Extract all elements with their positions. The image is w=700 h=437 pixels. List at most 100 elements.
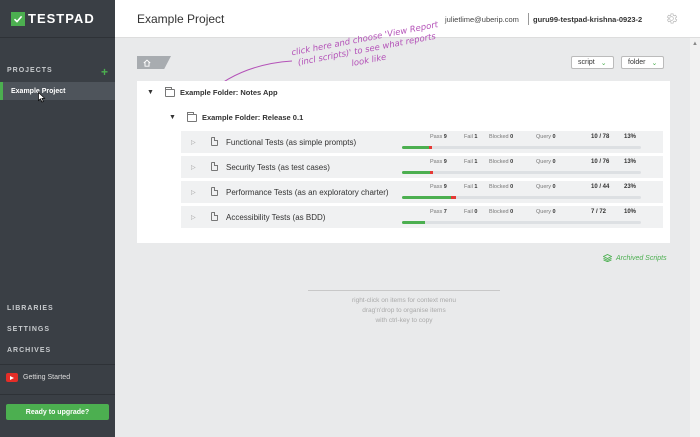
query-value: 0: [552, 184, 556, 190]
expand-triangle-icon[interactable]: ▼: [169, 114, 176, 121]
gear-icon[interactable]: [665, 12, 678, 25]
fail-label: Fail: [464, 134, 473, 140]
home-button[interactable]: [137, 56, 171, 69]
script-name[interactable]: Accessibility Tests (as BDD): [226, 213, 325, 222]
progress-bar: [402, 171, 641, 174]
hint-text: right-click on items for context menu dr…: [308, 296, 500, 326]
fail-value: 1: [474, 159, 478, 165]
sidebar-item-settings[interactable]: SETTINGS: [7, 326, 50, 333]
chevron-down-icon: ⌄: [600, 59, 607, 67]
pass-label: Pass: [430, 159, 443, 165]
user-email[interactable]: julietlime@uberip.com: [445, 15, 519, 24]
add-project-icon[interactable]: +: [101, 65, 108, 79]
account-name[interactable]: guru99-testpad-krishna-0923-2: [533, 15, 642, 24]
blocked-value: 0: [510, 184, 514, 190]
fail-label: Fail: [464, 209, 473, 215]
fail-count: Fail 0: [464, 209, 477, 215]
pass-count: Pass 9: [430, 159, 447, 165]
scroll-up-icon[interactable]: ▲: [692, 41, 698, 47]
progress-bar: [402, 221, 641, 224]
expand-triangle-icon[interactable]: ▼: [147, 89, 154, 96]
mouse-cursor-icon: [38, 92, 46, 103]
progress-fail-fill: [430, 171, 433, 174]
blocked-count: Blocked 0: [489, 209, 513, 215]
query-label: Query: [536, 134, 551, 140]
youtube-icon: [6, 373, 18, 382]
document-icon: [211, 162, 218, 171]
pass-count: Pass 9: [430, 184, 447, 190]
query-count: Query 0: [536, 184, 556, 190]
progress-percent: 13%: [624, 159, 637, 165]
run-script-icon[interactable]: ▷: [191, 214, 196, 221]
script-name[interactable]: Security Tests (as test cases): [226, 163, 330, 172]
blocked-count: Blocked 0: [489, 134, 513, 140]
script-name[interactable]: Functional Tests (as simple prompts): [226, 138, 356, 147]
archived-scripts-link[interactable]: Archived Scripts: [603, 254, 667, 262]
sidebar-item-libraries[interactable]: LIBRARIES: [7, 305, 54, 312]
script-row[interactable]: ▷ Accessibility Tests (as BDD) Pass 7 Fail …: [181, 206, 663, 228]
query-count: Query 0: [536, 209, 556, 215]
fail-label: Fail: [464, 159, 473, 165]
sidebar-item-archives[interactable]: ARCHIVES: [7, 347, 51, 354]
script-dropdown-label: script: [578, 59, 595, 66]
query-label: Query: [536, 209, 551, 215]
folder-release[interactable]: ▼ Example Folder: Release 0.1: [169, 111, 304, 122]
logo-text: TESTPAD: [28, 11, 95, 26]
progress-pass-fill: [402, 146, 429, 149]
home-icon: [143, 59, 151, 67]
pass-value: 7: [443, 209, 447, 215]
script-name[interactable]: Performance Tests (as an exploratory cha…: [226, 188, 389, 197]
blocked-label: Blocked: [489, 184, 509, 190]
sidebar-divider: [0, 364, 115, 365]
progress-ratio: 10 / 76: [591, 159, 610, 165]
run-script-icon[interactable]: ▷: [191, 189, 196, 196]
header-divider: [528, 13, 529, 25]
folder-dropdown[interactable]: folder ⌄: [621, 56, 665, 69]
progress-bar: [402, 196, 641, 199]
run-script-icon[interactable]: ▷: [191, 139, 196, 146]
pass-value: 9: [443, 159, 447, 165]
script-row[interactable]: ▷ Performance Tests (as an exploratory ch…: [181, 181, 663, 203]
sidebar-divider: [0, 394, 115, 395]
hint-line: drag'n'drop to organise items: [362, 307, 446, 314]
checkmark-icon: [11, 11, 25, 26]
fail-count: Fail 1: [464, 184, 477, 190]
projects-heading: PROJECTS: [7, 67, 53, 74]
folder-label: Example Folder: Release 0.1: [201, 113, 304, 122]
pass-label: Pass: [430, 209, 443, 215]
pass-label: Pass: [430, 184, 443, 190]
scrollbar[interactable]: ▲: [690, 38, 700, 437]
script-dropdown[interactable]: script ⌄: [571, 56, 614, 69]
sidebar: TESTPAD PROJECTS + Example Project LIBRA…: [0, 0, 115, 437]
page-title: Example Project: [137, 12, 225, 26]
app-logo[interactable]: TESTPAD: [0, 0, 115, 38]
document-icon: [211, 212, 218, 221]
fail-value: 0: [474, 209, 478, 215]
pass-label: Pass: [430, 134, 443, 140]
blocked-value: 0: [510, 209, 514, 215]
run-script-icon[interactable]: ▷: [191, 164, 196, 171]
layers-icon: [603, 254, 612, 262]
document-icon: [211, 187, 218, 196]
script-row[interactable]: ▷ Security Tests (as test cases) Pass 9 Fai…: [181, 156, 663, 178]
progress-ratio: 10 / 78: [591, 134, 610, 140]
folder-notes-app[interactable]: ▼ Example Folder: Notes App: [147, 86, 278, 97]
sidebar-item-example-project[interactable]: Example Project: [0, 82, 115, 100]
pass-count: Pass 9: [430, 134, 447, 140]
query-value: 0: [552, 159, 556, 165]
upgrade-button[interactable]: Ready to upgrade?: [6, 404, 109, 420]
fail-count: Fail 1: [464, 134, 477, 140]
getting-started-link[interactable]: Getting Started: [6, 373, 70, 382]
folder-dropdown-label: folder: [628, 59, 646, 66]
blocked-label: Blocked: [489, 159, 509, 165]
blocked-count: Blocked 0: [489, 159, 513, 165]
chevron-down-icon: ⌄: [651, 59, 658, 67]
query-count: Query 0: [536, 134, 556, 140]
progress-fail-fill: [451, 196, 456, 199]
query-count: Query 0: [536, 159, 556, 165]
folder-label: Example Folder: Notes App: [179, 88, 278, 97]
script-row[interactable]: ▷ Functional Tests (as simple prompts) Pas…: [181, 131, 663, 153]
blocked-label: Blocked: [489, 134, 509, 140]
query-value: 0: [552, 209, 556, 215]
blocked-label: Blocked: [489, 209, 509, 215]
